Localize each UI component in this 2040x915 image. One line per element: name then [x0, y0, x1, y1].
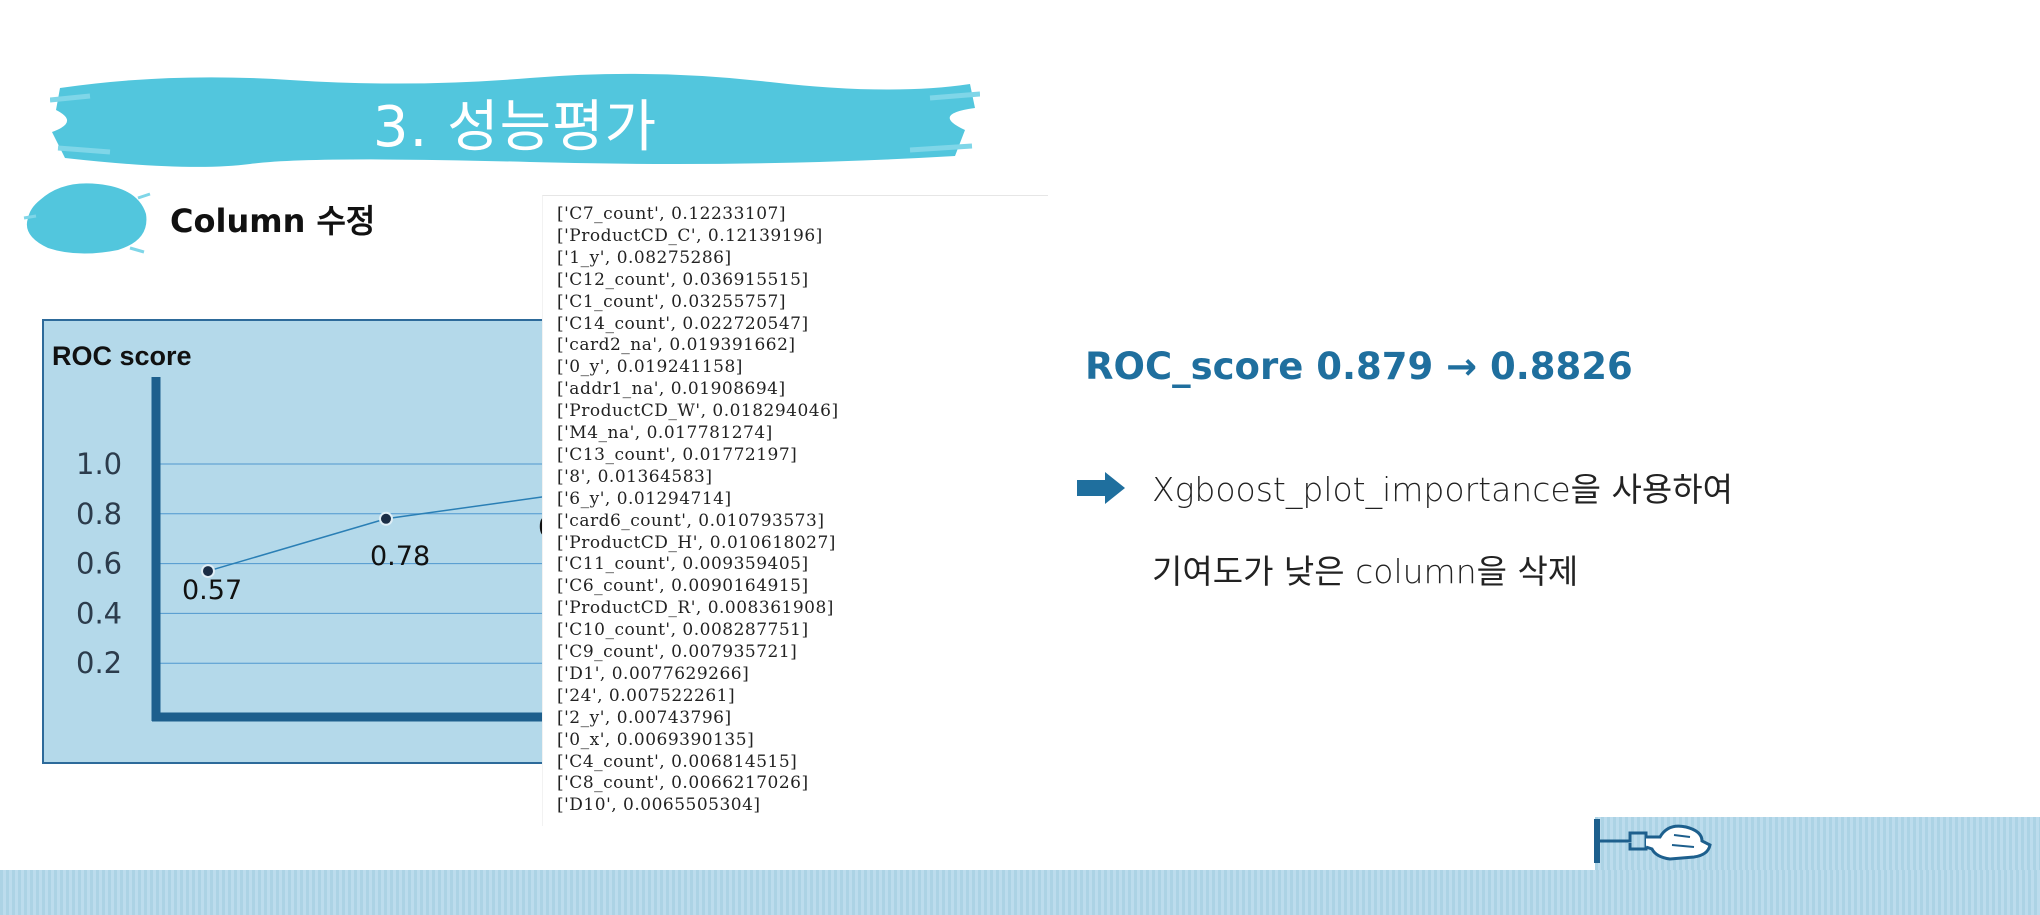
data-point [379, 511, 393, 526]
feature-importance-line: ['C6_count', 0.0090164915] [557, 576, 809, 597]
description-line-1: Xgboost_plot_importance을 사용하여 [1152, 470, 1733, 509]
feature-importance-line: ['C7_count', 0.12233107] [557, 204, 786, 224]
feature-importance-line: ['C9_count', 0.007935721] [557, 642, 798, 662]
section-subtitle: Column 수정 [170, 202, 376, 240]
feature-importance-line: ['ProductCD_C', 0.12139196] [557, 225, 823, 246]
feature-importance-line: ['8', 0.01364583] [557, 466, 713, 487]
feature-importance-line: ['C4_count', 0.006814515] [557, 751, 798, 772]
feature-importance-line: ['ProductCD_W', 0.018294046] [557, 401, 839, 422]
slide-title: 3. 성능평가 [372, 95, 658, 160]
feature-importance-output: ['C7_count', 0.12233107] ['ProductCD_C', … [542, 195, 1048, 826]
feature-importance-line: ['C8_count', 0.0066217026] [557, 773, 809, 794]
y-tick-label: 0.6 [76, 547, 122, 581]
feature-importance-line: ['M4_na', 0.017781274] [557, 423, 773, 443]
feature-importance-line: ['24', 0.007522261] [557, 685, 736, 706]
feature-importance-line: ['2_y', 0.00743796] [557, 707, 732, 728]
roc-line-chart: ROC score1.00.80.60.40.20.570.780 [52, 341, 584, 722]
feature-importance-line: ['0_x', 0.0069390135] [557, 729, 755, 750]
y-tick-label: 0.2 [76, 646, 122, 680]
feature-importance-line: ['C13_count', 0.01772197] [557, 444, 798, 465]
description-line-2: 기여도가 낮은 column을 삭제 [1152, 552, 1579, 591]
feature-importance-line: ['card2_na', 0.019391662] [557, 335, 796, 356]
feature-importance-line: ['ProductCD_R', 0.008361908] [557, 598, 834, 619]
feature-importance-line: ['D10', 0.0065505304] [557, 795, 761, 816]
feature-importance-line: ['C12_count', 0.036915515] [557, 269, 809, 290]
feature-importance-line: ['D1', 0.0077629266] [557, 663, 750, 684]
chart-title: ROC score [52, 341, 192, 371]
feature-importance-line: ['C10_count', 0.008287751] [557, 620, 809, 641]
subtitle-brush-blob [23, 183, 151, 254]
data-label: 0.78 [370, 541, 430, 572]
feature-importance-line: ['1_y', 0.08275286] [557, 247, 732, 268]
feature-importance-line: ['0_y', 0.019241158] [557, 357, 743, 378]
right-arrow-icon [1077, 472, 1125, 504]
feature-importance-line: ['C1_count', 0.03255757] [557, 291, 786, 312]
roc-chart-panel: ROC score1.00.80.60.40.20.570.780 [42, 319, 584, 764]
feature-importance-line: ['addr1_na', 0.01908694] [557, 379, 786, 400]
feature-importance-line: ['C11_count', 0.009359405] [557, 554, 809, 575]
robot-hand-icon [1594, 819, 1712, 863]
feature-importance-line: ['ProductCD_H', 0.010618027] [557, 532, 836, 553]
data-label: 0.57 [182, 575, 242, 606]
roc-score-summary: ROC_score 0.879 → 0.8826 [1085, 345, 1633, 388]
y-tick-label: 1.0 [76, 447, 122, 481]
y-tick-label: 0.8 [76, 497, 122, 531]
y-tick-label: 0.4 [76, 596, 122, 630]
footer-band [0, 870, 2040, 915]
feature-importance-line: ['card6_count', 0.010793573] [557, 510, 825, 531]
feature-importance-line: ['C14_count', 0.022720547] [557, 313, 809, 334]
feature-importance-line: ['6_y', 0.01294714] [557, 488, 732, 509]
